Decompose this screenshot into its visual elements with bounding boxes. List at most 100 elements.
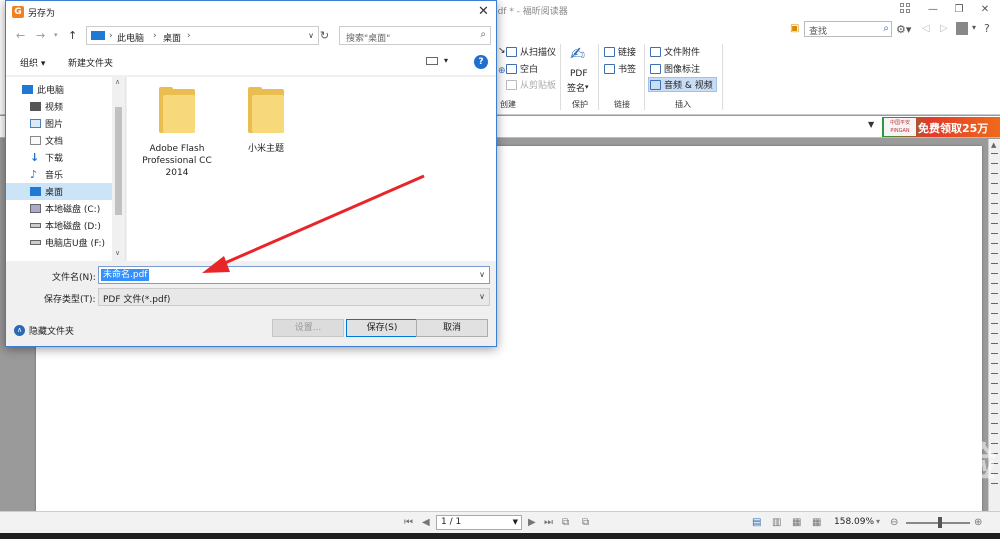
- nav-item-drive-f[interactable]: 电脑店U盘 (F:): [6, 234, 112, 251]
- refresh-icon[interactable]: ↻: [316, 26, 333, 45]
- tab-list-chevron-icon[interactable]: ▼: [868, 120, 874, 129]
- zoom-chevron-icon[interactable]: ▾: [876, 517, 880, 526]
- grid-icon[interactable]: [900, 3, 912, 15]
- back-arrow-icon[interactable]: ←: [16, 29, 25, 42]
- forward-arrow-icon[interactable]: →: [36, 29, 45, 42]
- help-button[interactable]: ?: [474, 55, 488, 69]
- page-number-input[interactable]: 1 / 1 ▼: [436, 515, 522, 530]
- help-icon[interactable]: ?: [984, 22, 990, 35]
- folder-item-adobe-flash[interactable]: Adobe Flash Professional CC 2014: [137, 87, 217, 179]
- organize-button[interactable]: 组织 ▾: [20, 56, 45, 69]
- folder-icon: [246, 87, 286, 133]
- gear-icon[interactable]: ⚙▾: [896, 23, 911, 36]
- forward-arrow-icon[interactable]: ▷: [940, 23, 948, 34]
- back-arrow-icon[interactable]: ◁: [922, 23, 930, 34]
- from-clipboard-button[interactable]: 从剪贴板: [506, 77, 556, 92]
- up-arrow-icon[interactable]: ↑: [68, 29, 77, 42]
- navigation-scrollbar[interactable]: ∧ ∨: [112, 77, 125, 261]
- file-list: Adobe Flash Professional CC 2014 小米主题: [127, 77, 496, 261]
- last-page-icon[interactable]: ⏭: [544, 517, 553, 528]
- close-icon[interactable]: ✕: [478, 4, 489, 19]
- search-input[interactable]: 搜索"桌面" ⌕: [339, 26, 491, 45]
- first-page-icon[interactable]: ⏮: [404, 517, 413, 528]
- minimize-button[interactable]: —: [926, 3, 940, 16]
- folder-icon: [157, 87, 197, 133]
- nav-item-videos[interactable]: 视频: [6, 98, 112, 115]
- chevron-down-icon[interactable]: ∨: [308, 31, 314, 40]
- breadcrumb[interactable]: › 此电脑 › 桌面 › ∨: [86, 26, 319, 45]
- zoom-in-icon[interactable]: ⊕: [974, 517, 982, 528]
- breadcrumb-desktop[interactable]: 桌面: [163, 31, 181, 44]
- nav-item-documents[interactable]: 文档: [6, 132, 112, 149]
- filetype-value: PDF 文件(*.pdf): [103, 295, 171, 305]
- scroll-down-icon[interactable]: ∨: [115, 249, 120, 257]
- dialog-title: 另存为: [28, 9, 56, 19]
- single-page-view-icon[interactable]: ▤: [752, 517, 761, 528]
- scrollbar-thumb[interactable]: [115, 107, 122, 215]
- facing-view-icon[interactable]: ▦: [792, 517, 801, 528]
- nav-item-desktop[interactable]: 桌面: [6, 183, 112, 200]
- continuous-facing-view-icon[interactable]: ▦: [812, 517, 821, 528]
- sign-dropdown[interactable]: 签名 ▾: [567, 81, 589, 94]
- new-folder-button[interactable]: 新建文件夹: [68, 56, 113, 69]
- audio-video-button[interactable]: 音频 & 视频: [648, 77, 717, 92]
- user-avatar-icon[interactable]: [956, 22, 968, 35]
- next-page-icon[interactable]: ▶: [528, 517, 536, 528]
- dialog-titlebar: G 另存为 ✕: [6, 1, 496, 23]
- app-search-input[interactable]: 查找 ⌕: [804, 21, 892, 37]
- search-icon[interactable]: ⌕: [883, 23, 889, 34]
- breadcrumb-separator: ›: [187, 31, 191, 41]
- scroll-up-icon[interactable]: ∧: [115, 78, 120, 86]
- from-scanner-button[interactable]: 从扫描仪: [506, 44, 556, 59]
- nav-item-this-pc[interactable]: 此电脑: [6, 81, 112, 98]
- restore-button[interactable]: ❐: [952, 3, 966, 16]
- nav-item-pictures[interactable]: 图片: [6, 115, 112, 132]
- folder-item-xiaomi-theme[interactable]: 小米主题: [226, 87, 306, 155]
- nav-item-music[interactable]: ♪ 音乐: [6, 166, 112, 183]
- pdf-sign-button[interactable]: PDF: [570, 68, 588, 80]
- bookmark-icon: [604, 63, 615, 74]
- settings-button[interactable]: 设置...: [272, 319, 344, 337]
- app-close-button[interactable]: ✕: [978, 3, 992, 16]
- nav-item-drive-d[interactable]: 本地磁盘 (D:): [6, 217, 112, 234]
- zoom-level[interactable]: 158.09%: [834, 517, 874, 527]
- find-folder-icon[interactable]: ▣: [790, 23, 799, 34]
- from-scanner-label: 从扫描仪: [520, 48, 557, 58]
- user-menu-chevron-icon[interactable]: ▾: [972, 23, 976, 32]
- zoom-out-icon[interactable]: ⊖: [890, 517, 898, 528]
- filename-input[interactable]: 未命名.pdf ∨: [98, 266, 490, 284]
- filetype-label: 保存类型(T):: [44, 295, 96, 305]
- statusbar: ⏮ ◀ 1 / 1 ▼ ▶ ⏭ ⧉ ⧉ ▤ ▥ ▦ ▦ 158.09% ▾ ⊖ …: [0, 511, 1000, 533]
- cancel-button[interactable]: 取消: [416, 319, 488, 337]
- view-next-icon[interactable]: ⧉: [582, 517, 589, 528]
- prev-page-icon[interactable]: ◀: [422, 517, 430, 528]
- blank-button[interactable]: 空白: [506, 61, 538, 76]
- chevron-down-icon[interactable]: ▾: [444, 56, 448, 65]
- hide-folders-button[interactable]: ∧ 隐藏文件夹: [14, 324, 74, 337]
- nav-item-label: 电脑店U盘 (F:): [45, 239, 105, 249]
- nav-item-label: 下载: [45, 154, 64, 164]
- nav-item-drive-c[interactable]: 本地磁盘 (C:): [6, 200, 112, 217]
- zoom-slider-handle[interactable]: [938, 517, 942, 528]
- nav-item-label: 桌面: [45, 188, 64, 198]
- link-button[interactable]: 链接: [604, 44, 636, 59]
- chevron-down-icon[interactable]: ∨: [479, 270, 485, 279]
- bookmark-button[interactable]: 书签: [604, 61, 636, 76]
- scroll-up-icon[interactable]: ▲: [991, 141, 996, 149]
- save-as-dialog: G 另存为 ✕ ← → ▾ ↑ › 此电脑 › 桌面 › ∨ ↻ 搜索"桌面" …: [5, 0, 497, 347]
- filename-label: 文件名(N):: [52, 273, 96, 283]
- image-annotation-button[interactable]: 图像标注: [650, 61, 700, 76]
- create-group-label: 创建: [500, 100, 516, 109]
- continuous-view-icon[interactable]: ▥: [772, 517, 781, 528]
- file-attachment-button[interactable]: 文件附件: [650, 44, 700, 59]
- documents-icon: [30, 136, 41, 145]
- chevron-down-icon: ▼: [512, 518, 518, 526]
- view-options-icon[interactable]: [426, 57, 438, 65]
- nav-item-downloads[interactable]: ↓ 下载: [6, 149, 112, 166]
- recent-locations-chevron-icon[interactable]: ▾: [54, 31, 58, 39]
- ad-banner[interactable]: 中国平安 PINGAN 免费领取25万: [882, 117, 1000, 137]
- save-button[interactable]: 保存(S): [346, 319, 418, 337]
- breadcrumb-this-pc[interactable]: 此电脑: [117, 31, 144, 44]
- filetype-select[interactable]: PDF 文件(*.pdf) ∨: [98, 288, 490, 306]
- view-prev-icon[interactable]: ⧉: [562, 517, 569, 528]
